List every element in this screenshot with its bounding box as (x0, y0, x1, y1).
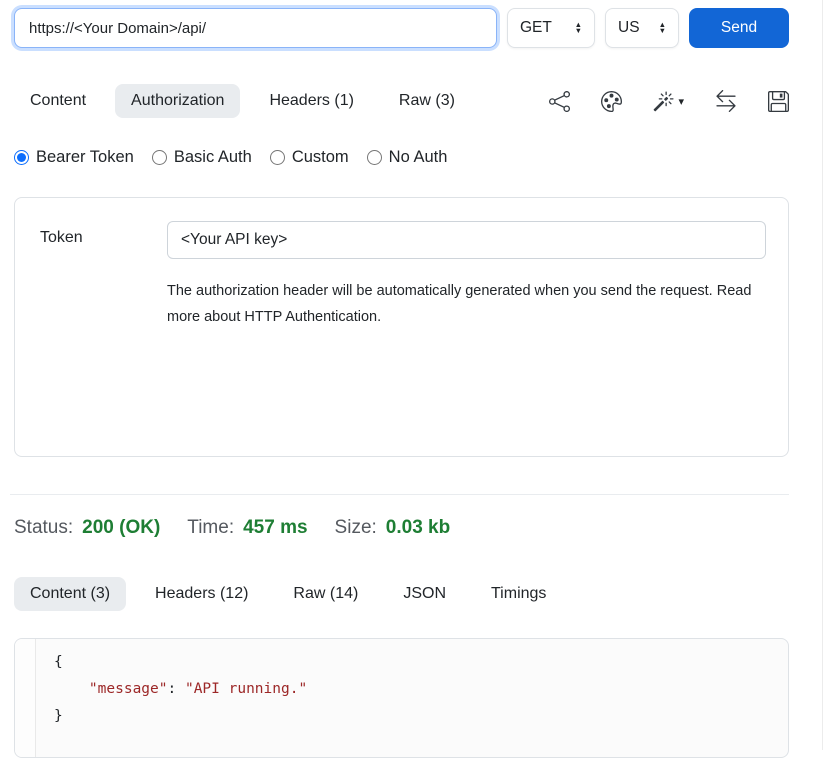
chevron-down-icon: ▾ (678, 95, 684, 108)
api-client-panel: GET ▲▼ US ▲▼ Send Content Authorization … (0, 0, 823, 750)
select-arrows-icon: ▲▼ (659, 22, 666, 34)
json-separator: : (168, 681, 185, 697)
auth-option-bearer-token[interactable]: Bearer Token (14, 148, 134, 167)
time-stat: Time: 457 ms (187, 517, 307, 539)
time-label: Time: (187, 517, 234, 539)
response-json: { "message": "API running."} (36, 639, 325, 757)
response-tab-json[interactable]: JSON (387, 577, 462, 611)
auth-help-text: The authorization header will be automat… (167, 279, 762, 331)
send-button[interactable]: Send (689, 8, 789, 48)
status-value: 200 (OK) (82, 517, 160, 539)
response-tab-timings[interactable]: Timings (475, 577, 562, 611)
select-arrows-icon: ▲▼ (575, 22, 582, 34)
tab-raw[interactable]: Raw (3) (383, 84, 471, 118)
response-tab-raw[interactable]: Raw (14) (277, 577, 374, 611)
auth-type-options: Bearer Token Basic Auth Custom No Auth (14, 148, 789, 167)
response-status-bar: Status: 200 (OK) Time: 457 ms Size: 0.03… (14, 517, 789, 539)
auth-option-label: Basic Auth (174, 148, 252, 167)
token-input[interactable] (167, 221, 766, 259)
auth-option-label: Bearer Token (36, 148, 134, 167)
status-label: Status: (14, 517, 73, 539)
auth-option-custom[interactable]: Custom (270, 148, 349, 167)
save-icon[interactable] (768, 91, 789, 112)
code-gutter (15, 639, 36, 757)
request-bar: GET ▲▼ US ▲▼ Send (14, 8, 789, 48)
auth-option-no-auth[interactable]: No Auth (367, 148, 448, 167)
size-value: 0.03 kb (386, 517, 450, 539)
section-divider (10, 494, 789, 495)
status-stat: Status: 200 (OK) (14, 517, 160, 539)
no-auth-radio[interactable] (367, 150, 382, 165)
json-key: "message" (89, 681, 168, 697)
bearer-token-radio[interactable] (14, 150, 29, 165)
region-select[interactable]: US ▲▼ (605, 8, 679, 48)
method-select[interactable]: GET ▲▼ (507, 8, 595, 48)
method-select-value: GET (520, 19, 552, 37)
json-value: "API running." (185, 681, 307, 697)
tab-content[interactable]: Content (14, 84, 102, 118)
response-tabs-row: Content (3) Headers (12) Raw (14) JSON T… (14, 577, 789, 611)
response-tab-headers[interactable]: Headers (12) (139, 577, 264, 611)
size-stat: Size: 0.03 kb (335, 517, 451, 539)
size-label: Size: (335, 517, 377, 539)
auth-option-label: Custom (292, 148, 349, 167)
tab-authorization[interactable]: Authorization (115, 84, 240, 118)
tab-headers[interactable]: Headers (1) (253, 84, 369, 118)
response-body-viewer[interactable]: { "message": "API running."} (14, 638, 789, 758)
request-tabs-row: Content Authorization Headers (1) Raw (3… (14, 84, 789, 118)
palette-icon[interactable] (601, 91, 622, 112)
swap-arrows-icon[interactable] (715, 90, 737, 112)
json-close-brace: } (54, 708, 63, 724)
response-tab-content[interactable]: Content (3) (14, 577, 126, 611)
time-value: 457 ms (243, 517, 307, 539)
basic-auth-radio[interactable] (152, 150, 167, 165)
json-indent (54, 681, 89, 697)
custom-radio[interactable] (270, 150, 285, 165)
magic-wand-icon[interactable]: ▾ (653, 91, 684, 112)
json-open-brace: { (54, 654, 63, 670)
region-select-value: US (618, 19, 640, 37)
share-icon[interactable] (549, 91, 570, 112)
bearer-token-panel: Token The authorization header will be a… (14, 197, 789, 457)
token-label: Token (40, 221, 167, 331)
auth-option-label: No Auth (389, 148, 448, 167)
url-input[interactable] (14, 8, 497, 48)
auth-option-basic-auth[interactable]: Basic Auth (152, 148, 252, 167)
